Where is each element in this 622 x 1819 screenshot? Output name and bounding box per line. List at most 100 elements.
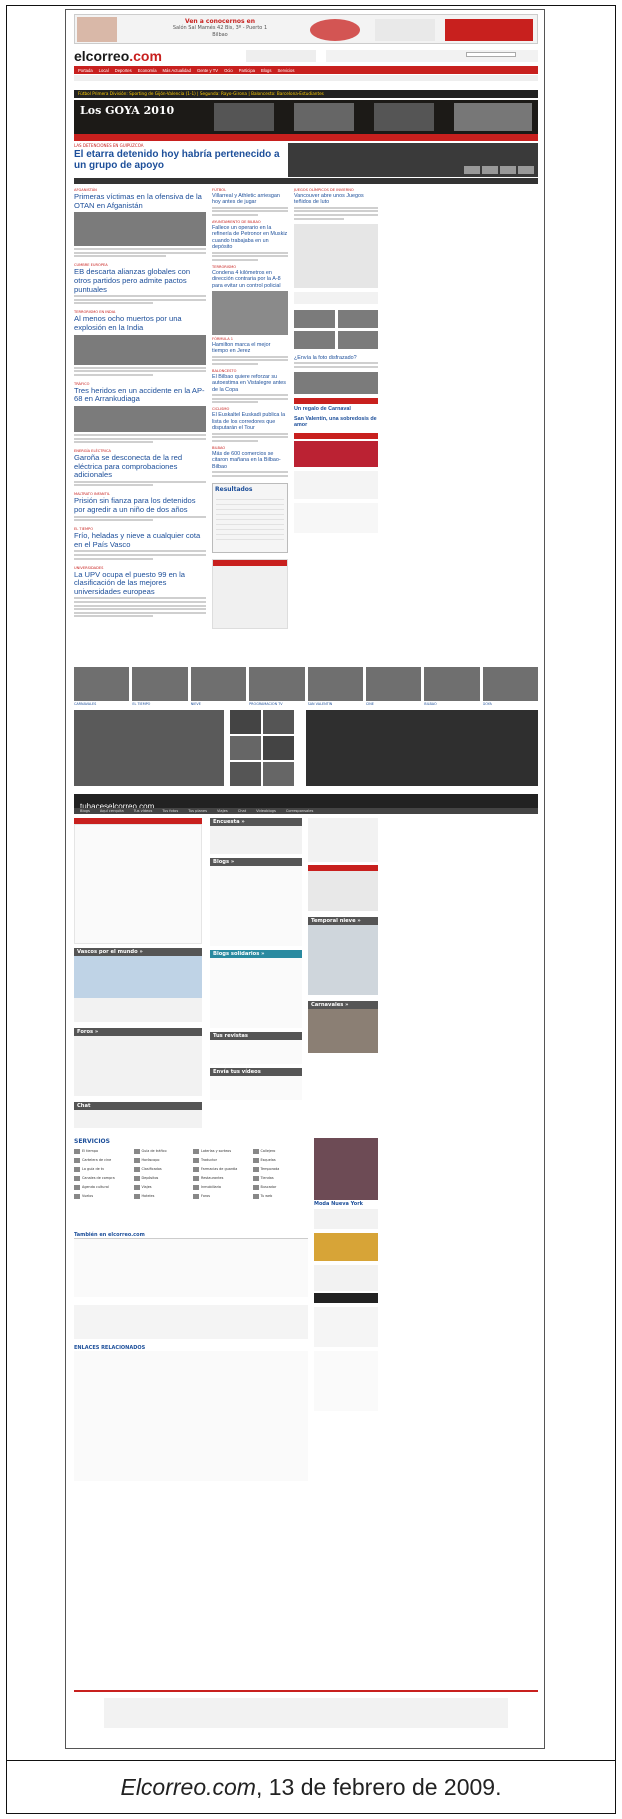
news-item[interactable]: CICLISMO El Euskaltel Euskadi publica la… [212,407,288,442]
service-item[interactable]: Cartelera de cine [74,1157,130,1163]
photo-player[interactable] [306,710,538,786]
tag-cloud[interactable] [314,1351,378,1411]
gallery-caption[interactable]: NIEVE [191,702,246,708]
headline[interactable]: EB descarta alianzas globales con otros … [74,268,206,294]
news-item[interactable]: MALTRATO INFANTIL Prisión sin fianza par… [74,492,206,522]
community-nav-item[interactable]: Tus fotos [162,809,178,813]
poll-header[interactable]: Encuesta » [210,818,302,826]
gallery-photo[interactable] [482,667,538,701]
magazines[interactable] [210,1040,302,1064]
news-item[interactable]: Un regalo de Carnaval [294,406,378,412]
ad-box[interactable] [294,470,378,499]
headline[interactable]: Hamilton marca el mejor tiempo en Jerez [212,342,288,355]
nav-item[interactable]: Deportes [115,68,132,73]
gallery-caption[interactable]: PROGRAMACIÓN TV [249,702,304,708]
headline[interactable]: Frío, heladas y nieve a cualquier cota e… [74,531,206,549]
gallery-caption[interactable]: GOYA [483,702,538,708]
fashion-photo[interactable] [314,1138,378,1200]
ad-box[interactable] [294,223,378,288]
elcorreo-links[interactable] [74,1305,308,1339]
community-nav-item[interactable]: Blogs [80,809,90,813]
nav-item[interactable]: Más Actualidad [163,68,191,73]
gallery-photo[interactable] [132,667,188,701]
promo-box[interactable] [314,1265,378,1291]
gallery-caption[interactable]: SAN VALENTÍN [308,702,363,708]
service-item[interactable]: Foros [193,1193,249,1199]
service-item[interactable]: Hoteles [133,1193,190,1199]
videos-upload[interactable] [210,1076,302,1100]
chat-header[interactable]: Chat [74,1102,202,1110]
service-item[interactable]: Farmacias de guardia [193,1166,249,1172]
nav-item[interactable]: Ocio [224,68,233,73]
news-item[interactable]: AYUNTAMIENTO DE BILBAO Fallece un operar… [212,220,288,261]
news-item[interactable]: TRÁFICO Tres heridos en un accidente en … [74,382,206,444]
community-nav-item[interactable]: Corresponsales [286,809,314,813]
site-logo[interactable]: elcorreo.com [74,48,162,64]
news-item[interactable]: FÓRMULA 1 Hamilton marca el mejor tiempo… [212,337,288,366]
video-player[interactable] [74,710,224,786]
gallery-caption[interactable]: CARNAVALES [74,702,129,708]
news-item[interactable]: ENERGÍA ELÉCTRICA Garoña se desconecta d… [74,449,206,487]
headline[interactable]: Prisión sin fianza para los detenidos po… [74,497,206,514]
headline[interactable]: ¿Envía la foto disfrazado? [294,355,378,361]
news-item[interactable]: BILBAO Más de 600 comercios se citaron m… [212,446,288,477]
nav-item[interactable]: Gente y TV [197,68,218,73]
community-header[interactable]: tuhaceselcorreo.com [74,794,538,811]
news-item[interactable]: TERRORISMO EN INDIA Al menos ocho muerto… [74,310,206,376]
nav-item[interactable]: Portada [78,68,93,73]
service-item[interactable]: Canales de compra [74,1175,130,1181]
related-links-list[interactable] [74,1351,308,1481]
nav-item[interactable]: Blogs [261,68,271,73]
service-item[interactable]: Tu web [252,1193,309,1199]
carnival-header[interactable]: Carnavales » [308,1001,378,1009]
service-item[interactable]: Clasificados [133,1166,190,1172]
headline[interactable]: Condena 4 kilómetros en dirección contra… [212,270,288,289]
ad-red-box[interactable] [445,19,533,41]
promo-box[interactable] [308,871,378,911]
headline[interactable]: La UPV ocupa el puesto 99 en la clasific… [74,570,206,597]
poll-box[interactable] [210,826,302,854]
nav-item[interactable]: Economía [138,68,157,73]
headline[interactable]: El Euskaltel Euskadi publica la lista de… [212,412,288,431]
service-item[interactable]: Restaurantes [193,1175,249,1181]
service-item[interactable]: Traductor [193,1157,249,1163]
fashion-title[interactable]: Moda Nueva York [314,1201,378,1207]
headline[interactable]: San Valentín, una sobredosis de amor [294,416,378,429]
nav-item[interactable]: Participa [239,68,255,73]
videos-header[interactable]: Envía tus vídeos [210,1068,302,1076]
service-item[interactable]: Guía de tráfico [133,1148,190,1154]
community-nav-item[interactable]: Chat [238,809,246,813]
gallery-photo[interactable] [190,667,247,701]
headline[interactable]: El Bilbao quiere reforzar su autoestima … [212,374,288,393]
snow-header[interactable]: Temporal nieve » [308,917,378,925]
service-item[interactable]: Buscador [252,1184,309,1190]
world-map[interactable] [74,956,202,998]
news-item[interactable]: AFGANISTÁN Primeras víctimas en la ofens… [74,188,206,258]
service-item[interactable]: Esquelas [252,1157,309,1163]
more-links-list[interactable] [74,1239,308,1297]
news-item[interactable]: UNIVERSIDADES La UPV ocupa el puesto 99 … [74,566,206,618]
blogs-header[interactable]: Blogs » [210,858,302,866]
headline[interactable]: Villarreal y Athletic arriesgan hoy ante… [212,193,288,206]
community-nav-item[interactable]: Viajes [217,809,228,813]
service-item[interactable]: Horóscopo [133,1157,190,1163]
gallery-photo[interactable] [365,667,422,701]
solidarity-blogs-header[interactable]: Blogs solidarios » [210,950,302,958]
service-item[interactable]: Callejero [252,1148,309,1154]
gallery-photo[interactable] [424,667,480,701]
map-header[interactable]: Vascos por el mundo » [74,948,202,956]
chat-box[interactable] [74,1110,202,1128]
lead-story[interactable]: LAS DETENCIONES EN GUIPÚZCOA El etarra d… [74,143,284,171]
service-item[interactable]: El tiempo [74,1148,130,1154]
solidarity-blogs[interactable] [210,958,302,1028]
radio-banner[interactable] [314,1293,378,1303]
carnival-photo[interactable] [308,1009,378,1053]
gallery-caption[interactable]: EL TIEMPO [132,702,187,708]
community-nav-item[interactable]: Tus planes [188,809,207,813]
headline[interactable]: Fallece un operario en la refinería de P… [212,225,288,251]
gallery-caption[interactable]: BILBAO [424,702,479,708]
lead-headline[interactable]: El etarra detenido hoy habría pertenecid… [74,149,284,171]
community-nav-item[interactable]: Videoblogs [256,809,276,813]
service-item[interactable]: Viajes [133,1184,190,1190]
headline[interactable]: Vancouver abre unos Juegos teñidos de lu… [294,193,378,206]
